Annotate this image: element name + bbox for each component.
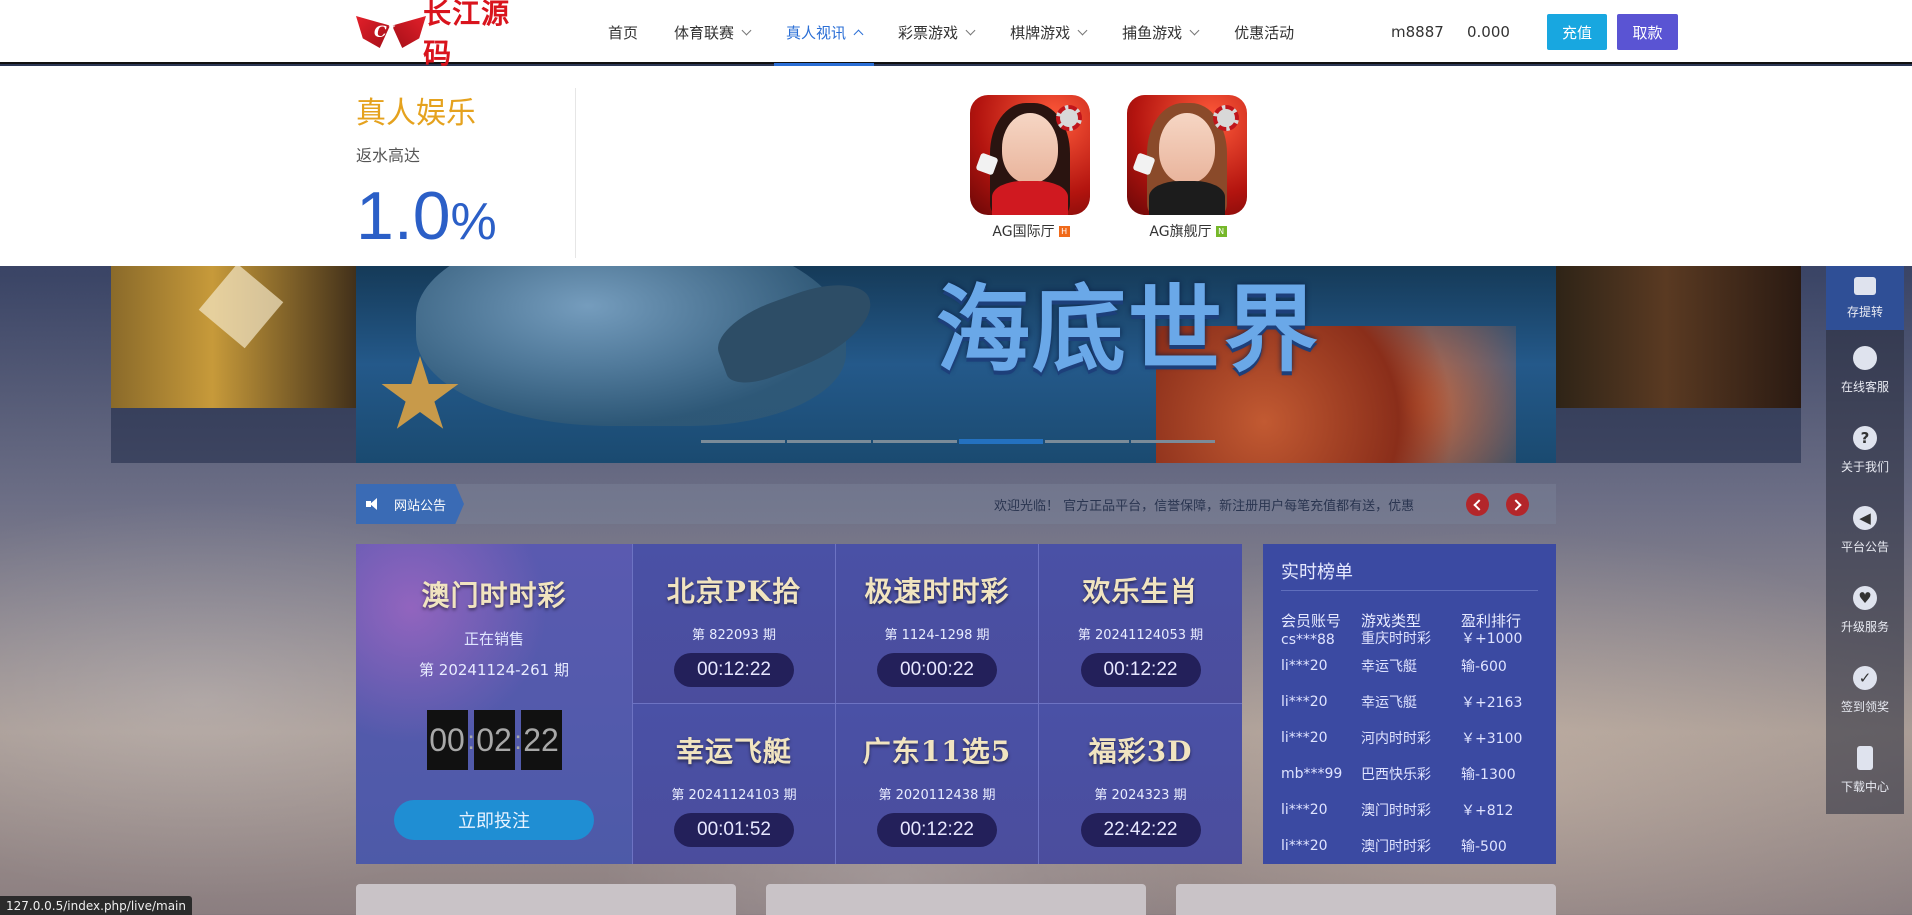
announcement-label: 网站公告 bbox=[356, 484, 464, 524]
banner-title: 海底世界 bbox=[936, 276, 1321, 385]
promo-card[interactable] bbox=[356, 884, 736, 915]
sale-status: 正在销售 bbox=[463, 630, 524, 648]
speaker-icon bbox=[366, 497, 380, 511]
nav-promotions[interactable]: 优惠活动 bbox=[1216, 0, 1312, 64]
top-header: CJ 长江源码 首页 体育联赛 真人视讯 彩票游戏 棋牌游戏 捕鱼游戏 优惠活动… bbox=[0, 0, 1912, 70]
slide-dot[interactable] bbox=[701, 440, 785, 443]
lottery-timer: 22:42:22 bbox=[1080, 813, 1201, 847]
lottery-timer: 00:01:52 bbox=[674, 813, 794, 847]
featured-lottery[interactable]: 澳门时时彩 正在销售 第 20241124-261 期 00: 02: 22 立… bbox=[356, 544, 633, 864]
table-row: cs***88 重庆时时彩 ￥+1000 bbox=[1281, 631, 1523, 648]
dropdown-subtitle: 返水高达 bbox=[356, 146, 421, 165]
lottery-panel: 澳门时时彩 正在销售 第 20241124-261 期 00: 02: 22 立… bbox=[356, 544, 1242, 864]
slide-dot-active[interactable] bbox=[959, 439, 1043, 444]
game-name: AG国际厅 bbox=[992, 224, 1055, 240]
lottery-card[interactable]: 幸运飞艇 第 20241124103 期 00:01:52 bbox=[633, 704, 836, 864]
heartbeat-icon: ♥ bbox=[1853, 585, 1877, 610]
lottery-card[interactable]: 福彩3D 第 2024323 期 22:42:22 bbox=[1039, 704, 1242, 864]
nav-lottery[interactable]: 彩票游戏 bbox=[880, 0, 992, 64]
game-thumbnail bbox=[970, 95, 1090, 215]
logo-text: 长江源码 bbox=[423, 0, 511, 70]
chevron-up-icon bbox=[853, 29, 864, 39]
leaderboard-header: 会员账号 游戏类型 盈利排行 bbox=[1281, 612, 1522, 630]
nav-sports[interactable]: 体育联赛 bbox=[656, 0, 768, 64]
dropdown-title: 真人娱乐 bbox=[356, 96, 476, 131]
nav-fishing[interactable]: 捕鱼游戏 bbox=[1104, 0, 1216, 64]
announcement-bar: 网站公告 欢迎光临！ 官方正品平台，信誉保障，新注册用户每笔充值都有送，优惠 bbox=[356, 484, 1556, 524]
lottery-timer: 00:00:22 bbox=[877, 653, 997, 687]
lottery-period: 第 20241124-261 期 bbox=[419, 661, 569, 679]
slide-dot[interactable] bbox=[787, 440, 871, 443]
browser-status-url: 127.0.0.5/index.php/live/main bbox=[0, 896, 192, 915]
slide-dot[interactable] bbox=[1045, 440, 1129, 443]
sidebar-item-download[interactable]: 下载中心 bbox=[1826, 730, 1904, 810]
account-balance: 0.000 bbox=[1467, 23, 1510, 41]
game-ag-flagship[interactable]: AG旗舰厅 N bbox=[1127, 95, 1249, 241]
logo-mark: CJ bbox=[356, 12, 421, 52]
chevron-down-icon bbox=[965, 25, 976, 35]
sidebar-item-transfer[interactable]: 存提转 bbox=[1826, 266, 1904, 330]
check-icon: ✓ bbox=[1853, 665, 1877, 690]
lottery-card[interactable]: 极速时时彩 第 1124-1298 期 00:00:22 bbox=[836, 544, 1039, 704]
game-thumbnail bbox=[1127, 95, 1247, 215]
table-row: li***20 幸运飞艇 输-600 bbox=[1281, 658, 1507, 675]
leaderboard-title: 实时榜单 bbox=[1281, 562, 1353, 583]
promo-card[interactable] bbox=[1176, 884, 1556, 915]
slide-dot[interactable] bbox=[1131, 440, 1215, 443]
sidebar-item-about[interactable]: ? 关于我们 bbox=[1826, 410, 1904, 490]
lottery-timer: 00:12:22 bbox=[1080, 653, 1201, 687]
promo-card[interactable] bbox=[766, 884, 1146, 915]
banner-pagination bbox=[701, 439, 1217, 444]
wallet-icon bbox=[1854, 276, 1876, 295]
table-row: li***20 河内时时彩 ￥+3100 bbox=[1281, 730, 1523, 747]
game-ag-international[interactable]: AG国际厅 H bbox=[970, 95, 1092, 241]
rebate-promo: 真人娱乐 返水高达 1.0% bbox=[356, 88, 576, 258]
prev-arrow-icon[interactable] bbox=[1466, 493, 1489, 516]
sidebar-item-checkin[interactable]: ✓ 签到领奖 bbox=[1826, 650, 1904, 730]
hero-banner[interactable]: 海底世界 bbox=[356, 266, 1556, 463]
rebate-rate: 1.0% bbox=[356, 178, 497, 254]
lottery-card[interactable]: 北京PK拾 第 822093 期 00:12:22 bbox=[633, 544, 836, 704]
live-leaderboard: 实时榜单 会员账号 游戏类型 盈利排行 cs***88 重庆时时彩 ￥+1000 l… bbox=[1263, 544, 1556, 864]
next-arrow-icon[interactable] bbox=[1506, 493, 1529, 516]
chevron-down-icon bbox=[1077, 25, 1088, 35]
hot-badge: H bbox=[1058, 225, 1070, 237]
speaker-icon: ◀ bbox=[1853, 505, 1877, 530]
new-badge: N bbox=[1215, 225, 1227, 237]
table-row: li***20 澳门时时彩 ￥+812 bbox=[1281, 802, 1514, 819]
countdown-timer: 00: 02: 22 bbox=[356, 710, 632, 770]
game-name: AG旗舰厅 bbox=[1149, 224, 1212, 240]
nav-live-casino[interactable]: 真人视讯 bbox=[768, 0, 880, 66]
live-casino-dropdown: 真人娱乐 返水高达 1.0% AG国际厅 H AG旗舰厅 N bbox=[0, 66, 1912, 266]
chevron-down-icon bbox=[741, 25, 752, 35]
site-logo[interactable]: CJ 长江源码 bbox=[356, 0, 531, 70]
username[interactable]: m8887 bbox=[1391, 0, 1444, 64]
sidebar-item-support[interactable]: 在线客服 bbox=[1826, 330, 1904, 410]
sidebar-item-upgrade[interactable]: ♥ 升级服务 bbox=[1826, 570, 1904, 650]
lottery-timer: 00:12:22 bbox=[877, 813, 997, 847]
nav-cards[interactable]: 棋牌游戏 bbox=[992, 0, 1104, 64]
lottery-card[interactable]: 欢乐生肖 第 20241124053 期 00:12:22 bbox=[1039, 544, 1242, 704]
lottery-card[interactable]: 广东11选5 第 2020112438 期 00:12:22 bbox=[836, 704, 1039, 864]
floating-toolbar: 存提转 在线客服 ? 关于我们 ◀ 平台公告 ♥ 升级服务 ✓ 签到领奖 下载中… bbox=[1826, 266, 1904, 814]
lottery-name: 澳门时时彩 bbox=[421, 579, 567, 612]
headset-icon bbox=[1853, 345, 1877, 370]
table-row: mb***99 巴西快乐彩 输-1300 bbox=[1281, 766, 1516, 783]
nav-home[interactable]: 首页 bbox=[590, 0, 656, 64]
withdraw-button[interactable]: 取款 bbox=[1617, 14, 1678, 50]
lottery-timer: 00:12:22 bbox=[674, 653, 794, 687]
table-row: li***20 幸运飞艇 ￥+2163 bbox=[1281, 694, 1523, 711]
announcement-text[interactable]: 欢迎光临！ 官方正品平台，信誉保障，新注册用户每笔充值都有送，优惠 bbox=[994, 484, 1804, 524]
leaderboard-list[interactable]: cs***88 重庆时时彩 ￥+1000 li***20 幸运飞艇 输-600 li**… bbox=[1281, 630, 1551, 854]
recharge-button[interactable]: 充值 bbox=[1547, 14, 1607, 50]
table-row: li***20 澳门时时彩 输-500 bbox=[1281, 838, 1507, 854]
question-icon: ? bbox=[1853, 425, 1877, 450]
bet-now-button[interactable]: 立即投注 bbox=[394, 800, 594, 840]
phone-icon bbox=[1857, 745, 1873, 770]
main-nav: 首页 体育联赛 真人视讯 彩票游戏 棋牌游戏 捕鱼游戏 优惠活动 bbox=[590, 0, 1312, 66]
slide-dot[interactable] bbox=[873, 440, 957, 443]
chevron-down-icon bbox=[1189, 25, 1200, 35]
sidebar-item-announcement[interactable]: ◀ 平台公告 bbox=[1826, 490, 1904, 570]
